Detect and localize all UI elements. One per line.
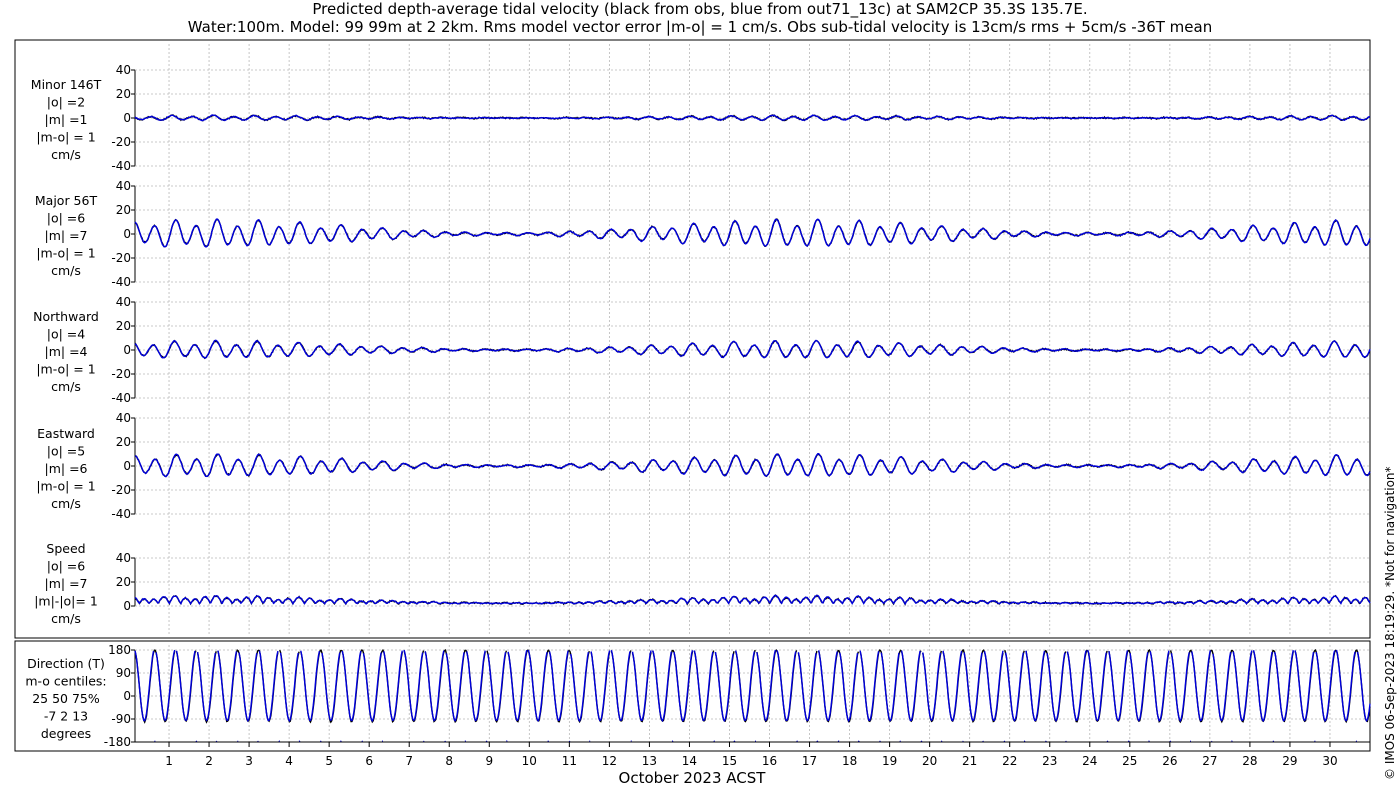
ytick-label-direction-90: 90 <box>116 666 131 680</box>
panel-label-direction-1: m-o centiles: <box>25 674 106 689</box>
xtick-label-28: 28 <box>1242 754 1257 768</box>
panel-label-speed-0: Speed <box>46 541 85 556</box>
xtick-label-7: 7 <box>405 754 413 768</box>
xtick-label-11: 11 <box>562 754 577 768</box>
xtick-label-30: 30 <box>1322 754 1337 768</box>
panel-label-minor-0: Minor 146T <box>31 77 102 92</box>
panel-label-speed-3: |m|-|o|= 1 <box>34 594 98 609</box>
panel-label-minor-2: |m| =1 <box>45 112 88 127</box>
ytick-label-east-40: 40 <box>116 411 131 425</box>
ytick-label-minor-20: 20 <box>116 87 131 101</box>
ytick-label-major--40: -40 <box>111 275 131 289</box>
ytick-label-speed-40: 40 <box>116 551 131 565</box>
x-axis-label: October 2023 ACST <box>619 769 767 787</box>
xtick-label-27: 27 <box>1202 754 1217 768</box>
xtick-label-4: 4 <box>285 754 293 768</box>
ytick-label-major--20: -20 <box>111 251 131 265</box>
xtick-label-15: 15 <box>722 754 737 768</box>
panel-label-minor-4: cm/s <box>51 147 81 162</box>
ytick-label-major-20: 20 <box>116 203 131 217</box>
panel-label-major-3: |m-o| = 1 <box>36 246 95 261</box>
panel-label-east-4: cm/s <box>51 496 81 511</box>
ytick-label-direction--90: -90 <box>111 712 131 726</box>
series-speed-model <box>134 594 1371 606</box>
tidal-velocity-chart: -40-2002040Minor 146T|o| =2|m| =1|m-o| =… <box>14 39 1371 787</box>
xtick-label-3: 3 <box>245 754 253 768</box>
ytick-label-north--20: -20 <box>111 367 131 381</box>
panel-label-direction-2: 25 50 75% <box>32 691 100 706</box>
panel-label-major-4: cm/s <box>51 263 81 278</box>
ytick-label-north--40: -40 <box>111 391 131 405</box>
ytick-label-minor--20: -20 <box>111 135 131 149</box>
copyright-notice: © IMOS 06-Sep-2023 18:19:29. *Not for na… <box>1383 466 1397 780</box>
panel-label-east-1: |o| =5 <box>47 444 85 459</box>
xtick-label-10: 10 <box>522 754 537 768</box>
ytick-label-speed-0: 0 <box>123 599 131 613</box>
upper-frame <box>14 39 1371 639</box>
ytick-label-major-0: 0 <box>123 227 131 241</box>
panel-label-north-0: Northward <box>33 309 99 324</box>
ytick-label-direction--180: -180 <box>104 735 131 749</box>
xtick-label-29: 29 <box>1282 754 1297 768</box>
panel-label-north-2: |m| =4 <box>45 344 88 359</box>
ytick-label-major-40: 40 <box>116 179 131 193</box>
series-major-model <box>134 218 1371 248</box>
ytick-label-east--40: -40 <box>111 507 131 521</box>
xtick-label-20: 20 <box>922 754 937 768</box>
panel-label-direction-3: -7 2 13 <box>44 709 88 724</box>
panel-label-direction-4: degrees <box>41 726 91 741</box>
xtick-label-18: 18 <box>842 754 857 768</box>
panel-label-east-0: Eastward <box>37 426 95 441</box>
xtick-label-25: 25 <box>1122 754 1137 768</box>
panel-label-direction-0: Direction (T) <box>27 656 105 671</box>
xtick-label-21: 21 <box>962 754 977 768</box>
xtick-label-8: 8 <box>445 754 453 768</box>
panel-label-speed-4: cm/s <box>51 611 81 626</box>
ytick-label-direction-0: 0 <box>123 689 131 703</box>
series-east-obs <box>134 453 1371 478</box>
xtick-label-5: 5 <box>325 754 333 768</box>
panel-label-major-1: |o| =6 <box>47 211 86 226</box>
xtick-label-24: 24 <box>1082 754 1097 768</box>
ytick-label-east-0: 0 <box>123 459 131 473</box>
ytick-label-minor-40: 40 <box>116 63 131 77</box>
xtick-label-13: 13 <box>642 754 657 768</box>
panel-label-major-2: |m| =7 <box>45 228 88 243</box>
ytick-label-east--20: -20 <box>111 483 131 497</box>
ytick-label-north-0: 0 <box>123 343 131 357</box>
ytick-label-east-20: 20 <box>116 435 131 449</box>
panel-label-major-0: Major 56T <box>35 193 98 208</box>
xtick-label-9: 9 <box>485 754 493 768</box>
xtick-label-17: 17 <box>802 754 817 768</box>
series-north-model <box>134 339 1371 359</box>
xtick-label-2: 2 <box>205 754 213 768</box>
panel-label-north-3: |m-o| = 1 <box>36 362 95 377</box>
xtick-label-16: 16 <box>762 754 777 768</box>
ytick-label-speed-20: 20 <box>116 575 131 589</box>
panel-label-north-4: cm/s <box>51 379 81 394</box>
panel-label-minor-3: |m-o| = 1 <box>36 130 95 145</box>
xtick-label-23: 23 <box>1042 754 1057 768</box>
series-east-model <box>134 453 1371 478</box>
xtick-label-19: 19 <box>882 754 897 768</box>
ytick-label-north-20: 20 <box>116 319 131 333</box>
xtick-label-14: 14 <box>682 754 697 768</box>
panel-label-speed-2: |m| =7 <box>45 576 88 591</box>
xtick-label-26: 26 <box>1162 754 1177 768</box>
panel-label-speed-1: |o| =6 <box>47 559 86 574</box>
ytick-label-minor--40: -40 <box>111 159 131 173</box>
ytick-label-minor-0: 0 <box>123 111 131 125</box>
ytick-label-north-40: 40 <box>116 295 131 309</box>
xtick-label-22: 22 <box>1002 754 1017 768</box>
series-major-obs <box>134 218 1371 248</box>
panel-label-east-2: |m| =6 <box>45 461 88 476</box>
ytick-label-direction-180: 180 <box>108 643 131 657</box>
panel-label-east-3: |m-o| = 1 <box>36 479 95 494</box>
xtick-label-6: 6 <box>365 754 373 768</box>
panel-label-north-1: |o| =4 <box>47 327 86 342</box>
panel-label-minor-1: |o| =2 <box>47 95 85 110</box>
xtick-label-12: 12 <box>602 754 617 768</box>
xtick-label-1: 1 <box>165 754 173 768</box>
